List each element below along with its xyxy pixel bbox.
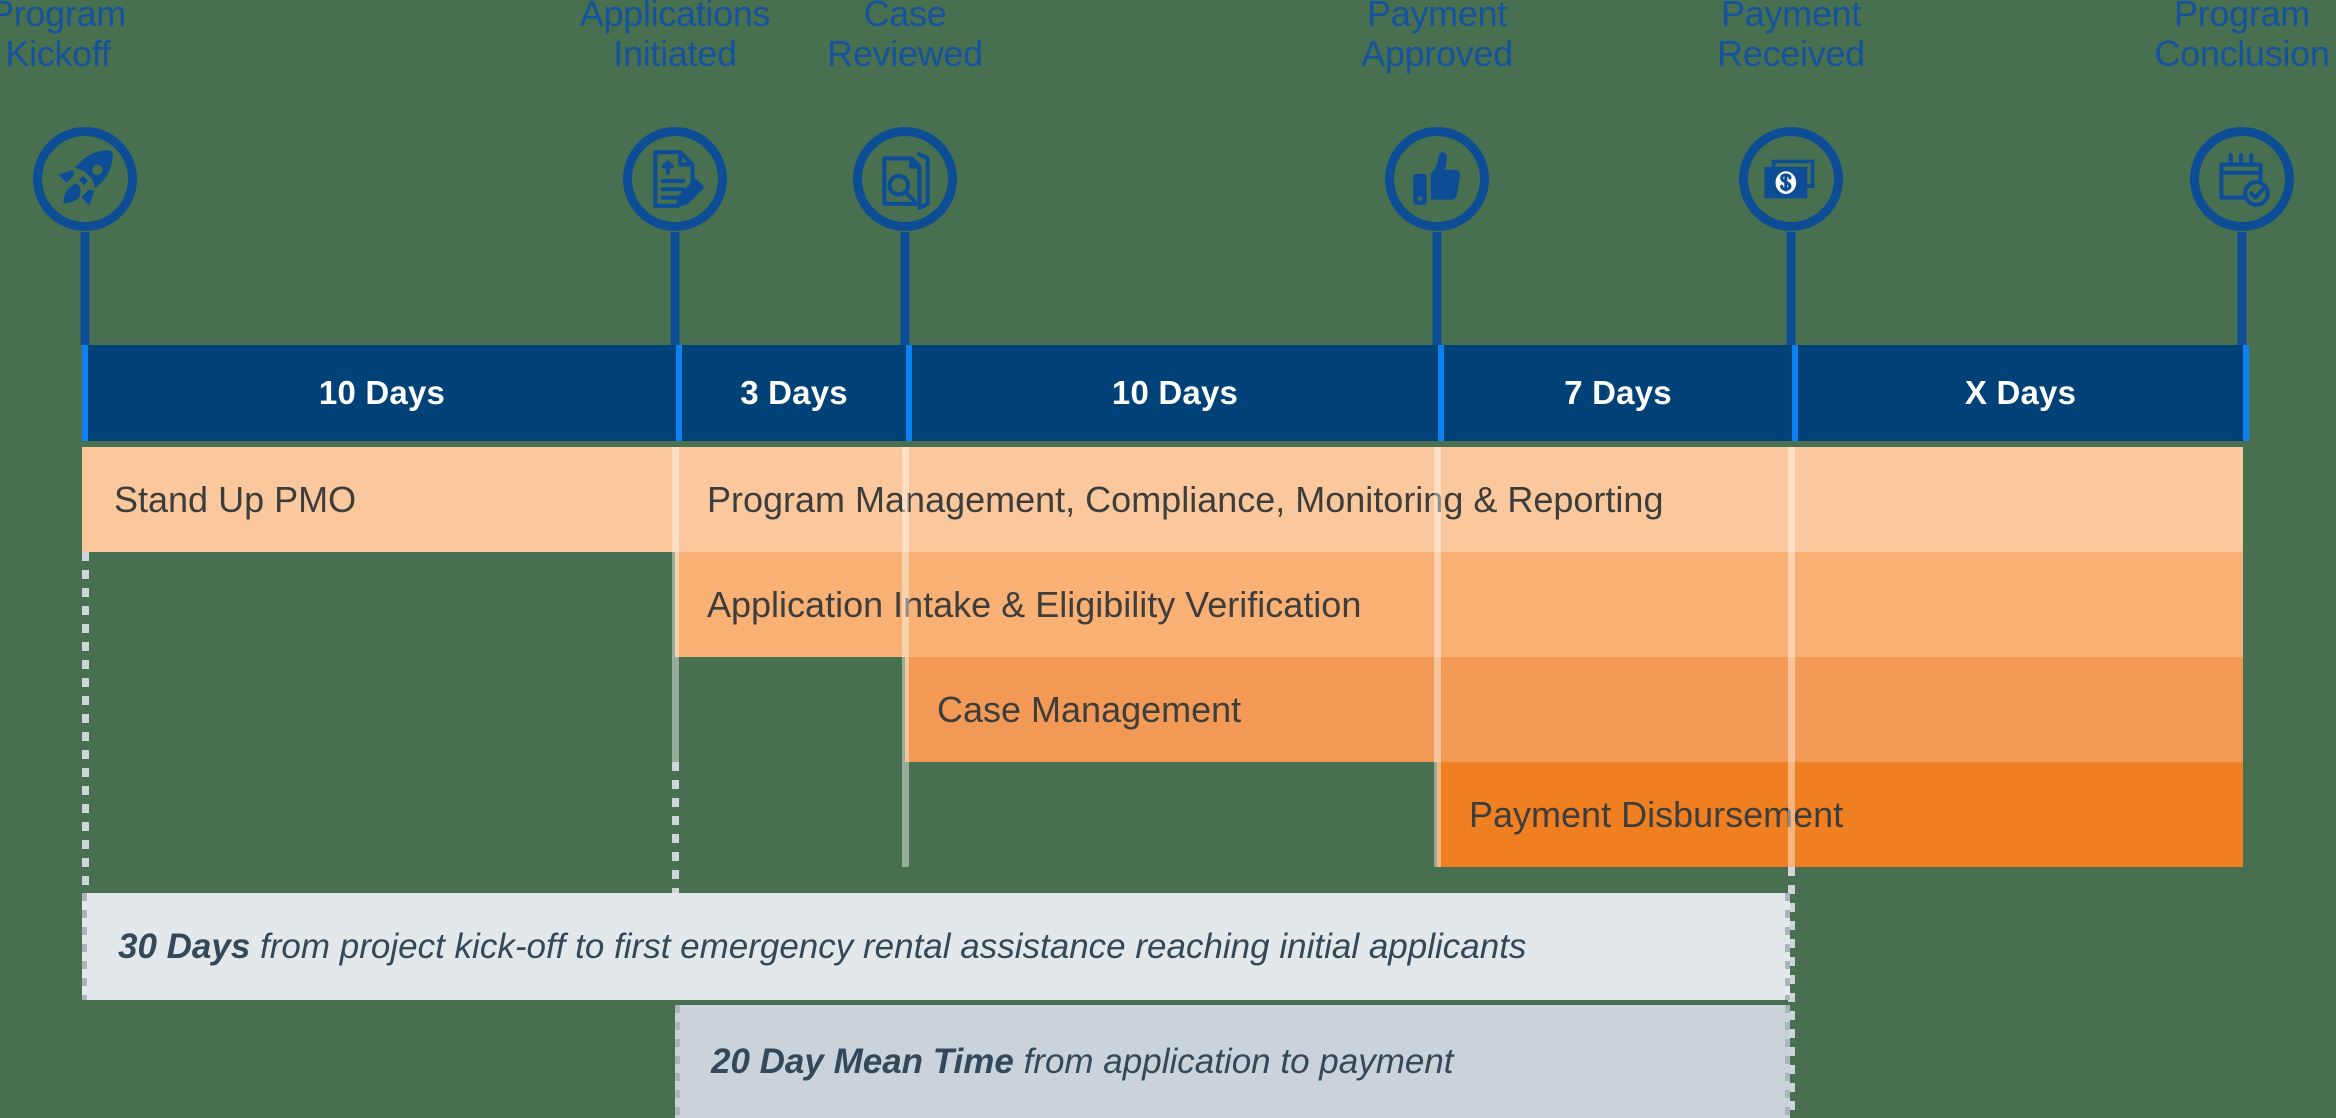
milestone-label: Applications Initiated (579, 0, 771, 74)
document-search-icon (872, 146, 938, 212)
milestone-icon-circle[interactable] (33, 127, 137, 231)
summary-text: 20 Day Mean Time from application to pay… (711, 1042, 1454, 1082)
summary-left-dash (82, 893, 87, 1000)
guide-dotted-applications (672, 762, 679, 893)
milestone-icon-circle[interactable] (623, 127, 727, 231)
summary-right-dash (1785, 893, 1790, 1000)
calendar-check-icon (2209, 146, 2275, 212)
duration-segment-2[interactable]: 10 Days (906, 345, 1438, 441)
milestone-connector-line (80, 232, 90, 345)
summary-bar-0: 30 Days from project kick-off to first e… (82, 893, 1790, 1000)
milestone-label: Case Reviewed (827, 0, 983, 74)
summary-right-dash (1785, 1005, 1790, 1118)
task-bar-3[interactable]: Case Management (905, 657, 2243, 762)
milestone-icon-circle[interactable] (1385, 127, 1489, 231)
summary-bold-metric: 20 Day Mean Time (711, 1041, 1014, 1081)
milestone-connector-line (900, 232, 910, 345)
milestone-connector-line (2237, 232, 2247, 345)
milestone-icon-circle[interactable] (2190, 127, 2294, 231)
task-label: Payment Disbursement (1469, 793, 1844, 835)
summary-left-dash (675, 1005, 680, 1118)
milestone-label: Program Conclusion (2154, 0, 2330, 74)
milestone-connector-line (670, 232, 680, 345)
task-label: Case Management (937, 688, 1242, 730)
summary-text: 30 Days from project kick-off to first e… (118, 927, 1526, 967)
task-bar-4[interactable]: Payment Disbursement (1437, 762, 2243, 867)
guide-dotted-kickoff (82, 552, 89, 893)
milestone-connector-line (1786, 232, 1796, 345)
summary-bar-1: 20 Day Mean Time from application to pay… (675, 1005, 1790, 1118)
task-label: Application Intake & Eligibility Verific… (707, 583, 1362, 625)
rocket-icon (52, 146, 118, 212)
task-bar-2[interactable]: Application Intake & Eligibility Verific… (675, 552, 2243, 657)
cash-icon (1758, 146, 1824, 212)
task-label: Program Management, Compliance, Monitori… (707, 478, 1664, 520)
summary-rest-text: from project kick-off to first emergency… (250, 926, 1527, 966)
timeline-diagram: Program Kickoff Applications Initiated C… (0, 0, 2336, 1118)
milestone-icon-circle[interactable] (1739, 127, 1843, 231)
thumbs-up-icon (1404, 146, 1470, 212)
duration-segment-3[interactable]: 7 Days (1438, 345, 1792, 441)
summary-bold-metric: 30 Days (118, 926, 251, 966)
milestone-icon-circle[interactable] (853, 127, 957, 231)
milestone-label: Payment Received (1717, 0, 1865, 74)
milestone-label: Payment Approved (1361, 0, 1513, 74)
duration-label: 10 Days (1111, 374, 1239, 411)
task-label: Stand Up PMO (114, 478, 357, 520)
duration-label: 10 Days (318, 374, 446, 411)
duration-segment-1[interactable]: 3 Days (676, 345, 906, 441)
milestone-connector-line (1432, 232, 1442, 345)
duration-label: 3 Days (740, 374, 848, 411)
document-edit-icon (642, 146, 708, 212)
duration-segment-4[interactable]: X Days (1792, 345, 2249, 441)
duration-bar: 10 Days 3 Days 10 Days 7 Days X Days (82, 345, 2249, 441)
milestone-label: Program Kickoff (0, 0, 126, 74)
summary-rest-text: from application to payment (1013, 1041, 1454, 1081)
task-bar-1[interactable]: Program Management, Compliance, Monitori… (675, 447, 2243, 552)
duration-label: 7 Days (1564, 374, 1672, 411)
task-bar-0[interactable]: Stand Up PMO (82, 447, 675, 552)
duration-label: X Days (1964, 374, 2077, 411)
duration-segment-0[interactable]: 10 Days (82, 345, 676, 441)
